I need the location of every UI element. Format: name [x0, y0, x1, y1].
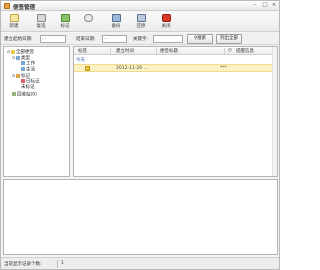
record-count: 1: [61, 261, 64, 266]
checklist-icon: [36, 14, 46, 22]
backup-icon: [111, 14, 121, 22]
cell-created: 2012-11-26 ...: [116, 66, 148, 71]
status-label: 当前显示记录个数:: [4, 262, 42, 267]
grid-header: 标签 建立时间 便签标题 ◷ 提醒信息: [74, 47, 277, 55]
mark-button[interactable]: 标记: [54, 13, 76, 31]
search-icon: [83, 14, 93, 22]
cell-reminder: ***: [220, 66, 227, 71]
restore-button[interactable]: 还原: [130, 13, 152, 31]
multi-select-button[interactable]: 复选: [30, 13, 52, 31]
category-icon: [16, 55, 20, 60]
tree-item-unmarked[interactable]: 未标记: [21, 85, 35, 91]
column-divider[interactable]: [156, 48, 157, 54]
filter-bar: 建立起始日期: - - 结束日期: - - 关键字: ⚲搜索 列出全部: [1, 33, 279, 45]
tag-icon: [21, 67, 25, 71]
category-tree: ⊟ 全部便签 ⊟ 类型 工作 生活 ⊟ 标记 已标记 未标记 回收站(0): [3, 46, 70, 177]
close-button[interactable]: 关闭: [155, 13, 177, 31]
column-divider[interactable]: [224, 48, 225, 54]
column-header-tag[interactable]: 标签: [78, 48, 87, 54]
filter-search-button[interactable]: ⚲搜索: [187, 34, 213, 44]
keyword-label: 关键字:: [133, 37, 149, 42]
backup-button[interactable]: 备份: [105, 13, 127, 31]
status-divider: [57, 260, 58, 268]
app-window: 便签管理 – □ × 新建 复选 标记 备份 还原 关闭 建立起始日期: - -…: [0, 0, 280, 270]
status-bar: 当前显示记录个数: 1: [1, 257, 279, 269]
list-all-button[interactable]: 列出全部: [216, 34, 242, 44]
end-date-input[interactable]: - -: [102, 35, 127, 43]
tree-item-recycle[interactable]: 回收站(0): [12, 92, 37, 98]
sticky-note-icon: [85, 66, 90, 71]
recycle-bin-icon: [12, 92, 16, 96]
minimize-icon[interactable]: –: [251, 2, 259, 9]
start-date-input[interactable]: - -: [40, 35, 66, 43]
restore-icon: [136, 14, 146, 22]
column-header-title[interactable]: 便签标题: [160, 48, 178, 54]
notes-grid: 标签 建立时间 便签标题 ◷ 提醒信息 今天 2012-11-26 ... **…: [73, 46, 278, 177]
group-header-today[interactable]: 今天: [76, 57, 85, 63]
title-bar: 便签管理 – □ ×: [1, 1, 279, 11]
column-header-reminder[interactable]: 提醒信息: [236, 48, 254, 54]
close-icon[interactable]: ×: [270, 2, 278, 9]
grid-scrollbar[interactable]: [272, 47, 277, 176]
notes-folder-icon: [11, 49, 15, 54]
note-preview-pane[interactable]: [3, 179, 278, 255]
window-title: 便签管理: [13, 5, 36, 11]
end-date-label: 结束日期:: [76, 37, 96, 42]
column-header-created[interactable]: 建立时间: [116, 48, 134, 54]
flag-icon: [16, 73, 20, 78]
new-button[interactable]: 新建: [3, 13, 25, 31]
alarm-clock-icon: ◷: [228, 48, 232, 53]
app-icon: [4, 3, 10, 9]
toolbar: 新建 复选 标记 备份 还原 关闭: [1, 12, 279, 32]
start-date-label: 建立起始日期:: [4, 37, 33, 42]
column-divider[interactable]: [110, 48, 111, 54]
flag-icon: [21, 79, 25, 83]
maximize-icon[interactable]: □: [261, 2, 269, 9]
power-icon: [161, 14, 171, 22]
search-button[interactable]: [77, 13, 99, 31]
new-note-icon: [9, 14, 19, 22]
table-row[interactable]: 2012-11-26 ... ***: [74, 64, 277, 72]
keyword-input[interactable]: [153, 35, 183, 43]
tag-icon: [21, 61, 25, 65]
flag-icon: [60, 14, 70, 22]
